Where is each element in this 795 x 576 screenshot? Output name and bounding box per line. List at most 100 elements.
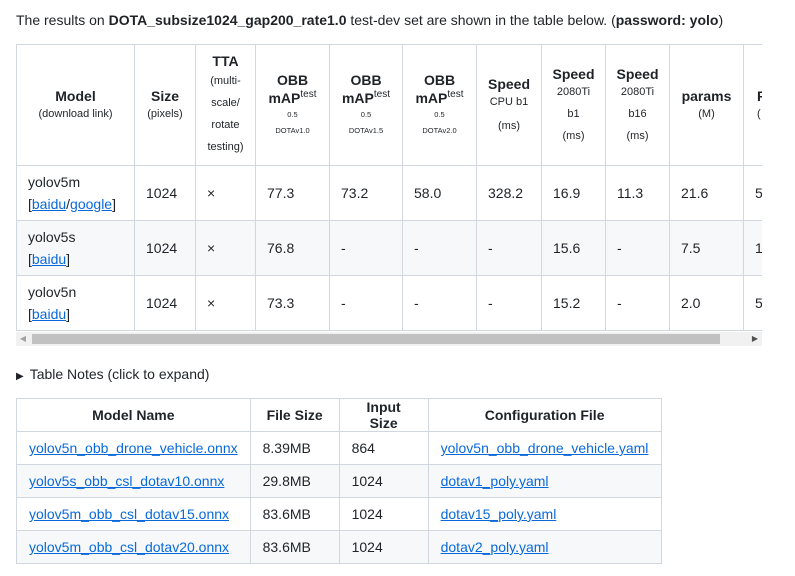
header-model-sub: (download link)	[38, 108, 113, 120]
model-name: yolov5m	[28, 174, 81, 190]
model-name: yolov5n	[28, 284, 77, 300]
cell-tta: ×	[195, 165, 256, 221]
header-tta: TTA (multi-scale/rotate testing)	[195, 44, 256, 166]
config-file-link[interactable]: yolov5n_obb_drone_vehicle.yaml	[441, 440, 649, 456]
header-speed-unit: (ms)	[498, 120, 520, 132]
table-notes-toggle[interactable]: ▶ Table Notes (click to expand)	[16, 364, 209, 387]
model-file-link[interactable]: yolov5n_obb_drone_vehicle.onnx	[29, 440, 238, 456]
cell-size: 1024	[134, 220, 196, 276]
cell-obb-dotav15: 73.2	[329, 165, 403, 221]
header-input-size: Input Size	[338, 398, 429, 432]
horizontal-scrollbar[interactable]: ◀ ▶	[16, 332, 762, 346]
results-header-row: Model (download link) Size (pixels) TTA (mu…	[16, 44, 762, 166]
header-sup: test	[447, 89, 464, 100]
cell-flops: 1	[743, 220, 762, 276]
scroll-right-icon[interactable]: ▶	[748, 332, 762, 346]
model-file-link[interactable]: yolov5m_obb_csl_dotav15.onnx	[29, 506, 229, 522]
baidu-link[interactable]: baidu	[32, 306, 66, 322]
cell-input-size: 1024	[338, 497, 429, 531]
config-file-link[interactable]: dotav15_poly.yaml	[441, 506, 557, 522]
header-speed-gpu-b16: Speed 2080Ti b16 (ms)	[605, 44, 670, 166]
cell-speed-gpu-b1: 16.9	[541, 165, 606, 221]
header-size-label: Size	[150, 88, 179, 104]
files-row: yolov5m_obb_csl_dotav20.onnx 83.6MB 1024…	[16, 530, 662, 564]
cell-input-size: 1024	[338, 530, 429, 564]
model-links: [baidu/google]	[28, 196, 116, 212]
header-size-sub: (pixels)	[147, 108, 183, 120]
files-row: yolov5n_obb_drone_vehicle.onnx 8.39MB 86…	[16, 431, 662, 465]
config-file-link[interactable]: dotav1_poly.yaml	[441, 473, 549, 489]
header-flops-sub: (	[757, 108, 761, 120]
header-iou: 0.5	[434, 110, 445, 119]
intro-dataset: DOTA_subsize1024_gap200_rate1.0	[108, 12, 347, 28]
header-file-size: File Size	[249, 398, 340, 432]
config-file-link[interactable]: dotav2_poly.yaml	[441, 539, 549, 555]
header-sup: test	[300, 89, 317, 100]
model-file-link[interactable]: yolov5s_obb_csl_dotav10.onnx	[29, 473, 224, 489]
table-notes-label: Table Notes (click to expand)	[29, 366, 210, 382]
header-speed-sub: CPU b1	[489, 96, 529, 108]
files-row: yolov5m_obb_csl_dotav15.onnx 83.6MB 1024…	[16, 497, 662, 531]
header-speed-sub: 2080Ti	[556, 86, 591, 98]
header-iou: 0.5	[360, 110, 372, 119]
cell-params: 2.0	[669, 275, 744, 331]
header-speed-batch: b16	[628, 108, 647, 120]
cell-file-size: 29.8MB	[249, 464, 340, 498]
cell-speed-gpu-b16: -	[605, 275, 670, 331]
cell-flops: 5	[743, 275, 762, 331]
header-dataset: DOTAv1.0	[275, 126, 310, 135]
cell-model: yolov5n [baidu]	[16, 275, 135, 331]
header-dataset: DOTAv1.5	[348, 126, 384, 135]
header-speed-sub: 2080Ti	[620, 86, 655, 98]
cell-obb-dotav10: 76.8	[255, 220, 330, 276]
scrollbar-thumb[interactable]	[32, 334, 720, 344]
triangle-right-icon: ▶	[16, 371, 24, 382]
cell-input-size: 864	[338, 431, 429, 465]
header-map-label: mAP	[268, 90, 301, 106]
cell-obb-dotav10: 73.3	[255, 275, 330, 331]
cell-file-size: 83.6MB	[249, 530, 340, 564]
header-tta-sub: scale/	[211, 97, 240, 109]
header-obb-label: OBB	[350, 72, 382, 88]
header-obb-dotav15: OBB mAPtest 0.5 DOTAv1.5	[329, 44, 403, 166]
header-obb-label: OBB	[276, 72, 309, 88]
cell-size: 1024	[134, 275, 196, 331]
header-model: Model (download link)	[16, 44, 135, 166]
header-speed-gpu-b1: Speed 2080Ti b1 (ms)	[541, 44, 606, 166]
cell-speed-cpu: 328.2	[476, 165, 542, 221]
header-dataset: DOTAv2.0	[422, 126, 457, 135]
header-config-file: Configuration File	[427, 398, 662, 432]
cell-file-size: 83.6MB	[249, 497, 340, 531]
baidu-link[interactable]: baidu	[32, 196, 66, 212]
cell-file-size: 8.39MB	[249, 431, 340, 465]
header-obb-dotav10: OBB mAPtest 0.5 DOTAv1.0	[255, 44, 330, 166]
scroll-left-icon[interactable]: ◀	[16, 332, 30, 346]
cell-speed-cpu: -	[476, 220, 542, 276]
cell-obb-dotav20: -	[402, 275, 477, 331]
results-row: yolov5m [baidu/google] 1024 × 77.3 73.2 5…	[16, 165, 762, 221]
header-size: Size (pixels)	[134, 44, 196, 166]
cell-tta: ×	[195, 275, 256, 331]
files-row: yolov5s_obb_csl_dotav10.onnx 29.8MB 1024…	[16, 464, 662, 498]
header-params: params (M)	[669, 44, 744, 166]
header-tta-sub: testing)	[207, 141, 244, 153]
results-row: yolov5s [baidu] 1024 × 76.8 - - - 15.6 - …	[16, 220, 762, 276]
header-speed-label: Speed	[552, 66, 595, 82]
intro-text: The results on DOTA_subsize1024_gap200_r…	[16, 10, 723, 30]
results-table-scroll[interactable]: Model (download link) Size (pixels) TTA (mu…	[16, 44, 762, 349]
header-iou: 0.5	[287, 110, 298, 119]
header-params-label: params	[681, 88, 732, 104]
header-speed-label: Speed	[487, 76, 530, 92]
cell-speed-gpu-b1: 15.2	[541, 275, 606, 331]
cell-speed-gpu-b16: -	[605, 220, 670, 276]
cell-obb-dotav20: -	[402, 220, 477, 276]
google-link[interactable]: google	[70, 196, 112, 212]
header-flops-label: F	[757, 88, 762, 104]
baidu-link[interactable]: baidu	[32, 251, 66, 267]
model-file-link[interactable]: yolov5m_obb_csl_dotav20.onnx	[29, 539, 229, 555]
cell-obb-dotav20: 58.0	[402, 165, 477, 221]
cell-obb-dotav15: -	[329, 220, 403, 276]
header-map-label: mAP	[415, 90, 448, 106]
header-obb-label: OBB	[423, 72, 456, 88]
cell-flops: 5	[743, 165, 762, 221]
